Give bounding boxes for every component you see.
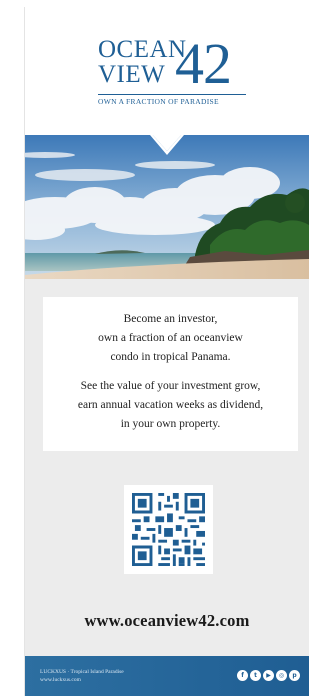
header-chevron <box>25 133 309 155</box>
logo-tagline: OWN A FRACTION OF PARADISE <box>98 97 219 106</box>
logo-divider <box>98 94 246 95</box>
footer-company: LUCKXUS · Tropical Island Paradise <box>40 669 124 675</box>
social-icons: f t ▶ ◎ p <box>237 670 300 682</box>
logo-word-view: VIEW <box>98 61 166 88</box>
footer-website[interactable]: www.luckxus.com <box>40 677 81 683</box>
intro-line: condo in tropical Panama. <box>110 351 231 363</box>
header: OCEAN VIEW 42 OWN A FRACTION OF PARADISE <box>25 7 309 135</box>
facebook-icon[interactable]: f <box>237 670 248 681</box>
qr-code[interactable] <box>124 485 213 574</box>
value-paragraph: See the value of your investment grow, e… <box>43 377 298 434</box>
value-line: in your own property. <box>120 418 221 430</box>
qr-code-icon <box>132 493 205 566</box>
intro-paragraph: Become an investor, own a fraction of an… <box>43 310 298 367</box>
pinterest-icon[interactable]: p <box>289 670 300 681</box>
logo-number: 42 <box>175 31 232 96</box>
value-line: earn annual vacation weeks as dividend, <box>77 399 264 411</box>
website-url[interactable]: www.oceanview42.com <box>25 611 309 631</box>
intro-line: own a fraction of an oceanview <box>98 332 243 344</box>
value-line: See the value of your investment grow, <box>80 380 261 392</box>
oceanview42-logo: OCEAN VIEW 42 OWN A FRACTION OF PARADISE <box>98 31 248 117</box>
oceanview-banner: OCEAN VIEW 42 OWN A FRACTION OF PARADISE <box>25 7 309 696</box>
youtube-icon[interactable]: ▶ <box>263 670 274 681</box>
instagram-icon[interactable]: ◎ <box>276 670 287 681</box>
logo-word-ocean: OCEAN <box>98 36 187 63</box>
investor-info-card: Become an investor, own a fraction of an… <box>43 297 298 451</box>
intro-line: Become an investor, <box>123 313 218 325</box>
footer: LUCKXUS · Tropical Island Paradise www.l… <box>25 656 309 696</box>
twitter-icon[interactable]: t <box>250 670 261 681</box>
